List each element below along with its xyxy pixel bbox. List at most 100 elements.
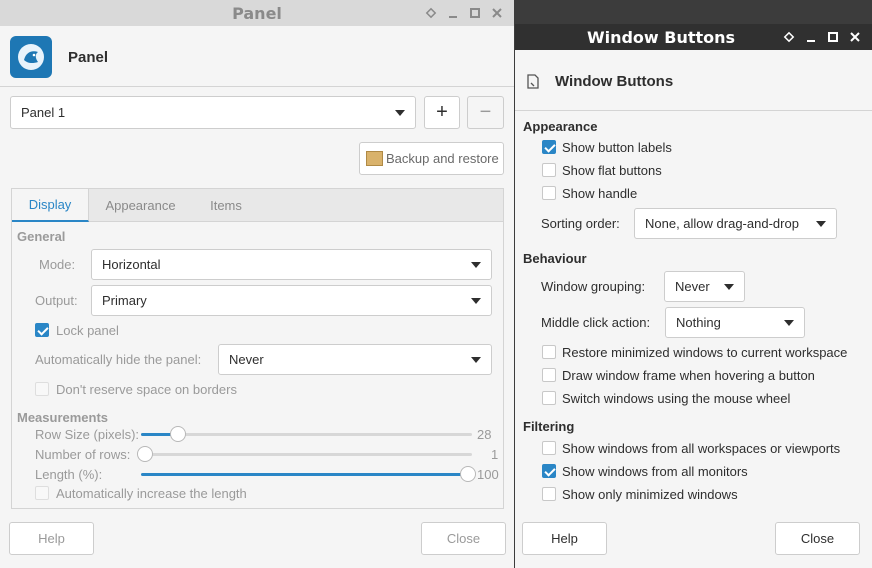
auto-length-checkbox[interactable] — [35, 486, 49, 500]
lock-panel-checkbox[interactable] — [35, 323, 49, 337]
rows-slider-handle[interactable] — [137, 446, 153, 462]
menu-diamond-icon[interactable] — [780, 28, 798, 46]
chevron-down-icon — [471, 356, 481, 363]
panel-header-title: Panel — [68, 48, 109, 66]
auto-length-label: Automatically increase the length — [56, 486, 247, 501]
output-label: Output: — [35, 293, 78, 308]
only-minimized-label: Show only minimized windows — [562, 487, 738, 502]
all-workspaces-checkbox[interactable] — [542, 441, 556, 455]
tab-display[interactable]: Display — [12, 189, 89, 222]
tab-appearance[interactable]: Appearance — [92, 189, 189, 222]
mode-value: Horizontal — [102, 257, 161, 272]
close-icon[interactable] — [846, 28, 864, 46]
sorting-label: Sorting order: — [541, 216, 620, 231]
rows-value: 1 — [491, 447, 499, 462]
show-labels-label: Show button labels — [562, 140, 672, 155]
panel-help-button[interactable]: Help — [9, 522, 94, 555]
grouping-value: Never — [675, 279, 710, 294]
row-size-value: 28 — [477, 427, 492, 442]
reserve-space-checkbox[interactable] — [35, 382, 49, 396]
wb-close-button[interactable]: Close — [775, 522, 860, 555]
divider — [0, 86, 514, 87]
add-panel-button[interactable]: + — [424, 96, 460, 129]
chevron-down-icon — [784, 319, 794, 326]
restore-minimized-checkbox[interactable] — [542, 345, 556, 359]
middle-click-label: Middle click action: — [541, 315, 651, 330]
show-labels-checkbox[interactable] — [542, 140, 556, 154]
length-slider-handle[interactable] — [460, 466, 476, 482]
show-handle-label: Show handle — [562, 186, 638, 201]
tab-bar: Display Appearance Items — [11, 188, 504, 222]
wb-window-title: Window Buttons — [586, 28, 736, 47]
panel-window: Panel Panel Panel 1 + − Backup and resto… — [0, 0, 514, 568]
rows-track — [141, 453, 472, 456]
show-handle-checkbox[interactable] — [542, 186, 556, 200]
wb-header: Window Buttons — [525, 66, 872, 96]
wb-titlebar[interactable]: Window Buttons — [515, 24, 872, 50]
reserve-space-label: Don't reserve space on borders — [56, 382, 237, 397]
mode-select[interactable]: Horizontal — [91, 249, 492, 280]
close-icon[interactable] — [488, 4, 506, 22]
length-value: 100 — [477, 467, 499, 482]
document-icon — [525, 72, 541, 90]
flat-buttons-checkbox[interactable] — [542, 163, 556, 177]
chevron-down-icon — [395, 109, 405, 116]
tab-items[interactable]: Items — [192, 189, 260, 222]
only-minimized-checkbox[interactable] — [542, 487, 556, 501]
behaviour-heading: Behaviour — [523, 251, 587, 266]
chevron-down-icon — [471, 261, 481, 268]
row-size-slider-handle[interactable] — [170, 426, 186, 442]
switch-wheel-checkbox[interactable] — [542, 391, 556, 405]
all-monitors-checkbox[interactable] — [542, 464, 556, 478]
maximize-icon[interactable] — [466, 4, 484, 22]
middle-click-select[interactable]: Nothing — [665, 307, 805, 338]
output-value: Primary — [102, 293, 147, 308]
flat-buttons-label: Show flat buttons — [562, 163, 662, 178]
autohide-value: Never — [229, 352, 264, 367]
general-heading: General — [17, 229, 66, 244]
wb-help-button[interactable]: Help — [522, 522, 607, 555]
minimize-icon[interactable] — [802, 28, 820, 46]
wb-header-title: Window Buttons — [555, 72, 674, 90]
panel-titlebar[interactable]: Panel — [0, 0, 514, 26]
menu-diamond-icon[interactable] — [422, 4, 440, 22]
all-monitors-label: Show windows from all monitors — [562, 464, 748, 479]
sorting-select[interactable]: None, allow drag-and-drop — [634, 208, 837, 239]
length-label: Length (%): — [35, 467, 103, 482]
panel-app-icon — [10, 36, 52, 78]
divider — [515, 110, 872, 111]
mode-label: Mode: — [39, 257, 76, 272]
backup-restore-button[interactable]: Backup and restore — [359, 142, 504, 175]
panel-header: Panel — [10, 34, 514, 80]
minimize-icon[interactable] — [444, 4, 462, 22]
filtering-heading: Filtering — [523, 419, 575, 434]
middle-click-value: Nothing — [676, 315, 721, 330]
grouping-label: Window grouping: — [541, 279, 646, 294]
rows-label: Number of rows: — [35, 447, 131, 462]
panel-select-value: Panel 1 — [21, 105, 66, 120]
all-workspaces-label: Show windows from all workspaces or view… — [562, 441, 841, 456]
backup-restore-label: Backup and restore — [386, 151, 499, 166]
restore-minimized-label: Restore minimized windows to current wor… — [562, 345, 848, 360]
autohide-select[interactable]: Never — [218, 344, 492, 375]
panel-close-button[interactable]: Close — [421, 522, 506, 555]
chevron-down-icon — [471, 297, 481, 304]
row-size-label: Row Size (pixels): — [35, 427, 140, 442]
chevron-down-icon — [816, 220, 826, 227]
remove-panel-button[interactable]: − — [467, 96, 504, 129]
sorting-value: None, allow drag-and-drop — [645, 216, 799, 231]
length-fill — [141, 473, 468, 476]
grouping-select[interactable]: Never — [664, 271, 745, 302]
lock-panel-label: Lock panel — [56, 323, 119, 338]
chevron-down-icon — [724, 283, 734, 290]
panel-select[interactable]: Panel 1 — [10, 96, 416, 129]
appearance-heading: Appearance — [523, 119, 598, 134]
package-icon — [366, 151, 383, 166]
draw-frame-label: Draw window frame when hovering a button — [562, 368, 815, 383]
switch-wheel-label: Switch windows using the mouse wheel — [562, 391, 791, 406]
output-select[interactable]: Primary — [91, 285, 492, 316]
maximize-icon[interactable] — [824, 28, 842, 46]
draw-frame-checkbox[interactable] — [542, 368, 556, 382]
row-size-track — [141, 433, 472, 436]
measurements-heading: Measurements — [17, 410, 109, 425]
